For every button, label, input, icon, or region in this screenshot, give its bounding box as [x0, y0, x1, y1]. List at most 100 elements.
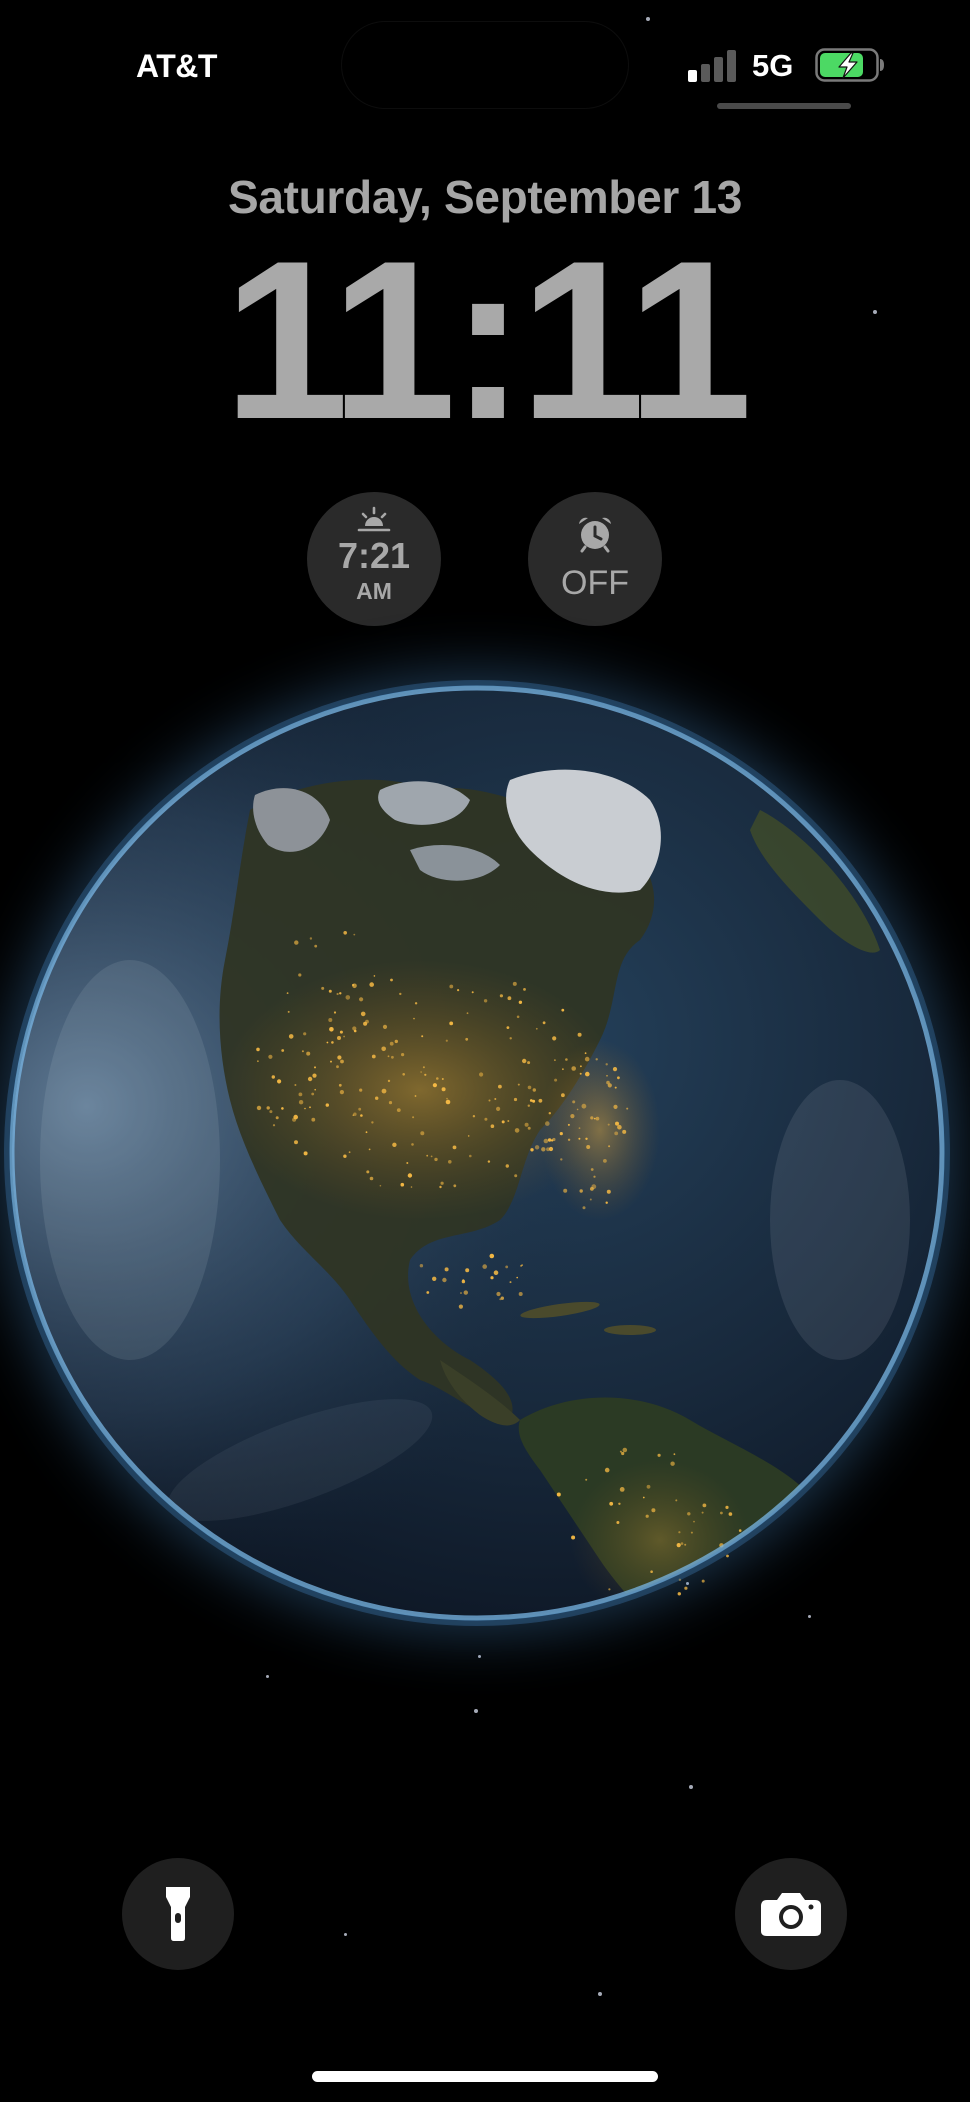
city-light [572, 1100, 576, 1104]
city-light [483, 999, 488, 1003]
city-light [275, 1116, 279, 1120]
city-light [303, 1151, 308, 1156]
city-light [505, 1265, 509, 1269]
city-light [365, 1131, 368, 1134]
city-light [516, 1276, 518, 1279]
city-light [410, 1186, 413, 1188]
home-indicator[interactable] [312, 2071, 658, 2082]
city-light [339, 1090, 344, 1095]
signal-bar [701, 64, 710, 82]
city-light [484, 1117, 488, 1121]
city-light [498, 1084, 502, 1089]
flashlight-icon [166, 1887, 190, 1941]
city-light [561, 1008, 565, 1012]
city-light [608, 1145, 611, 1148]
city-light [328, 989, 332, 993]
city-light [360, 1114, 363, 1117]
city-light [614, 1131, 619, 1136]
city-light [527, 1061, 531, 1065]
city-light [402, 1073, 406, 1076]
city-light [413, 1017, 415, 1020]
city-light [268, 1054, 273, 1059]
city-light [439, 1185, 442, 1189]
city-light [411, 1143, 414, 1146]
star [598, 1992, 602, 1996]
alarm-widget[interactable]: OFF [528, 492, 662, 626]
city-light [604, 1467, 610, 1473]
city-light [343, 1035, 345, 1038]
cellular-signal-icon [686, 48, 740, 82]
city-light [579, 1189, 583, 1193]
city-light [359, 997, 364, 1002]
city-light [520, 1264, 523, 1267]
city-light [560, 1158, 563, 1161]
city-light [311, 1092, 315, 1096]
city-light [701, 1511, 704, 1514]
city-light [619, 1450, 622, 1453]
city-light [616, 1521, 620, 1524]
city-light [309, 1106, 311, 1109]
notification-indicator [717, 103, 851, 109]
city-light [701, 1579, 705, 1583]
city-light [615, 1121, 619, 1126]
city-light [516, 1015, 520, 1019]
city-light [449, 984, 454, 989]
city-light [381, 1046, 387, 1052]
city-light [348, 1151, 351, 1154]
city-light [622, 1447, 628, 1453]
city-light [331, 1041, 334, 1044]
city-light [621, 1451, 625, 1456]
city-light [419, 1264, 424, 1268]
city-light [444, 1267, 449, 1272]
city-light [394, 1039, 398, 1044]
flashlight-button[interactable] [122, 1858, 234, 1970]
city-light [382, 1024, 388, 1029]
signal-bar [727, 50, 736, 82]
star [344, 1933, 347, 1936]
city-light [471, 991, 474, 994]
city-light [522, 1058, 527, 1064]
camera-button[interactable] [735, 1858, 847, 1970]
city-light [554, 1059, 556, 1061]
city-light [607, 1123, 610, 1126]
city-light [396, 1108, 401, 1112]
city-light [552, 1137, 556, 1142]
city-light [422, 1066, 425, 1069]
city-light [585, 1478, 588, 1481]
city-light [426, 1154, 429, 1157]
city-light [445, 1099, 451, 1105]
city-light [556, 1492, 561, 1497]
city-light [673, 1453, 676, 1456]
city-light [365, 1019, 369, 1024]
city-light [606, 1189, 611, 1194]
sunrise-widget[interactable]: 7:21 AM [307, 492, 441, 626]
city-light [482, 1264, 488, 1269]
city-light [430, 1155, 433, 1158]
city-light [460, 1292, 462, 1294]
city-light [301, 1050, 304, 1053]
city-light [256, 1047, 260, 1052]
city-light [269, 1110, 273, 1114]
city-light [562, 1068, 564, 1071]
city-light [548, 1112, 551, 1115]
city-light [292, 1117, 297, 1122]
city-light [593, 1175, 596, 1178]
city-light [534, 1145, 540, 1150]
city-light [328, 1018, 333, 1022]
city-light [513, 1097, 518, 1102]
city-light [446, 1097, 448, 1100]
city-light [543, 1138, 549, 1144]
city-light [388, 1101, 393, 1105]
city-light [366, 1170, 370, 1174]
city-light [287, 1010, 290, 1013]
lock-screen-time: 11:11 [223, 213, 752, 466]
city-light [570, 1114, 575, 1119]
city-light [333, 1011, 337, 1014]
city-light [488, 1099, 491, 1102]
city-light [387, 1079, 391, 1083]
city-light [518, 1000, 523, 1004]
city-light [414, 1095, 417, 1097]
signal-bar [688, 70, 697, 82]
city-light [676, 1543, 681, 1548]
city-light [426, 1291, 430, 1294]
